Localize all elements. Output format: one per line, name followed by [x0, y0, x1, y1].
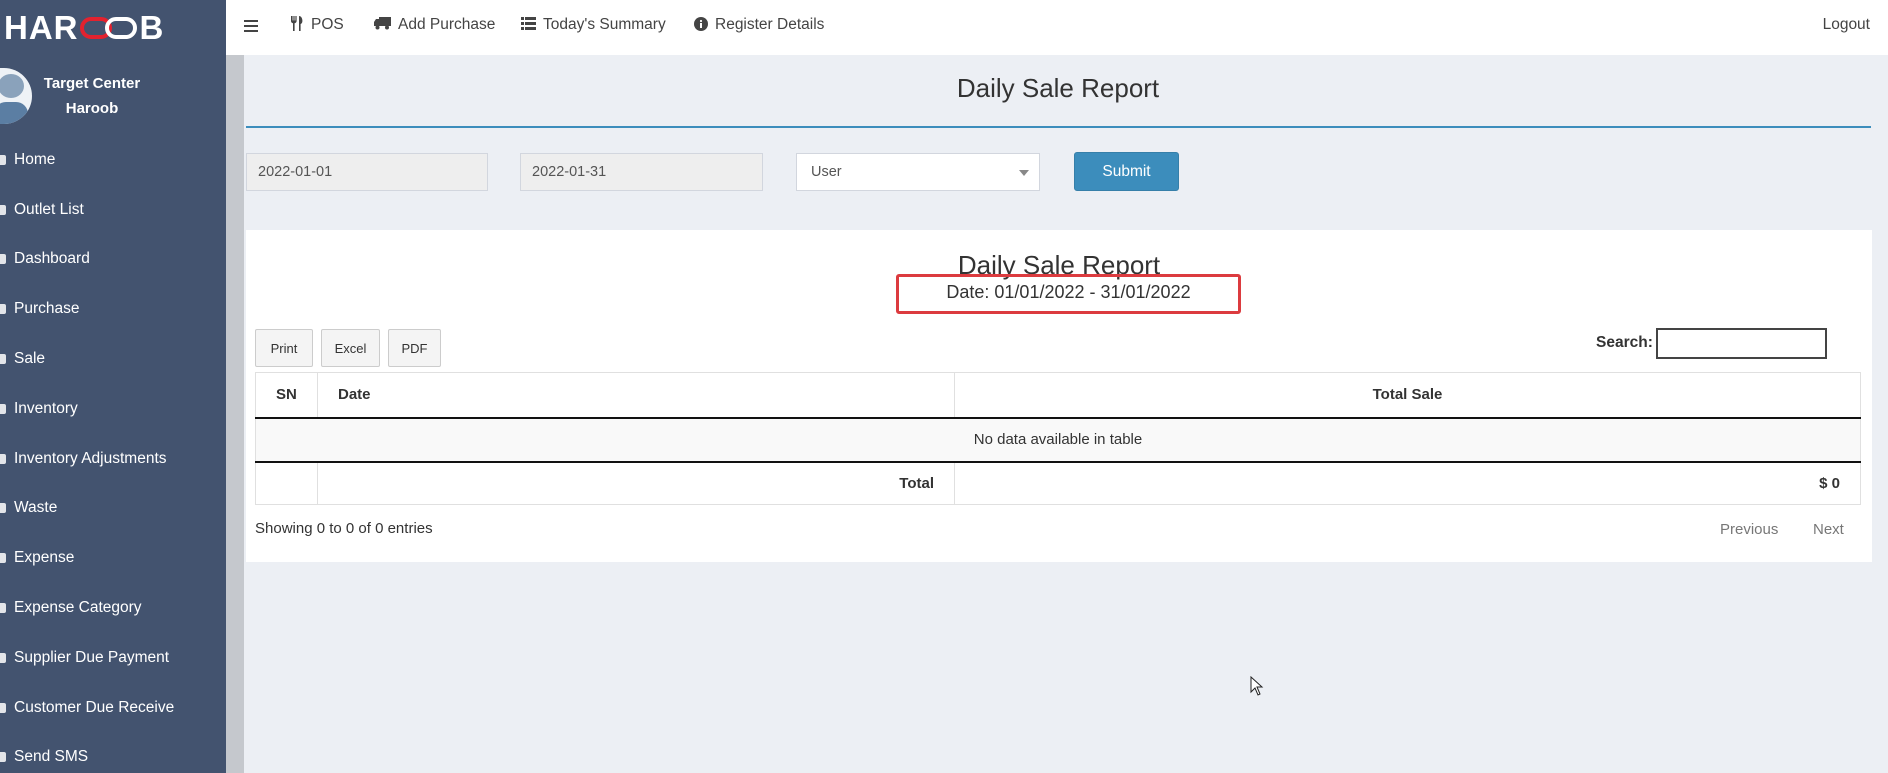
footer-total-value: $ 0 — [954, 461, 1861, 505]
next-page-button[interactable]: Next — [1813, 521, 1844, 538]
sidebar-item-inventory[interactable]: Inventory — [0, 384, 226, 434]
avatar — [0, 68, 32, 124]
waste-icon — [0, 501, 12, 515]
sales-table: SN Date Total Sale No data available in … — [255, 372, 1861, 505]
home-icon — [0, 153, 12, 167]
purchase-icon — [0, 302, 12, 316]
page-title: Daily Sale Report — [956, 73, 1160, 103]
sidebar-item-inventory-adjustments[interactable]: Inventory Adjustments — [0, 434, 226, 484]
sidebar-item-label: Inventory — [14, 399, 78, 417]
sidebar-item-expense[interactable]: Expense — [0, 533, 226, 583]
column-header-date[interactable]: Date — [317, 372, 955, 419]
truck-icon — [374, 17, 391, 33]
sidebar-item-waste[interactable]: Waste — [0, 484, 226, 534]
excel-button[interactable]: Excel — [321, 329, 380, 367]
submit-button[interactable]: Submit — [1074, 152, 1179, 191]
expense-icon — [0, 551, 12, 565]
list-icon — [0, 203, 12, 217]
empty-table-message: No data available in table — [255, 417, 1861, 463]
entries-info: Showing 0 to 0 of 0 entries — [255, 520, 433, 537]
list-icon — [521, 17, 536, 33]
sidebar-item-label: Waste — [14, 499, 58, 517]
category-icon — [0, 601, 12, 615]
pdf-button[interactable]: PDF — [388, 329, 441, 367]
logo-rings — [79, 16, 138, 40]
sidebar-item-outlet-list[interactable]: Outlet List — [0, 185, 226, 235]
nav-register-details[interactable]: Register Details — [694, 16, 824, 34]
adjustments-icon — [0, 452, 12, 466]
sidebar-item-dashboard[interactable]: Dashboard — [0, 235, 226, 285]
user-outlet-name: Target Center — [43, 75, 141, 92]
sidebar-menu: Home Outlet List Dashboard Purchase Sale… — [0, 135, 226, 773]
logo-wordmark: HAR B — [4, 11, 164, 44]
brand-logo[interactable]: HAR B — [0, 0, 226, 55]
nav-add-purchase[interactable]: Add Purchase — [374, 16, 495, 34]
nav-pos-label: POS — [311, 16, 344, 33]
inventory-icon — [0, 402, 12, 416]
sidebar-item-label: Home — [14, 150, 56, 168]
logout-link[interactable]: Logout — [1823, 16, 1870, 34]
nav-pos[interactable]: POS — [290, 16, 344, 34]
column-header-total-sale[interactable]: Total Sale — [954, 372, 1861, 419]
sidebar-item-supplier-due-payment[interactable]: Supplier Due Payment — [0, 633, 226, 683]
user-name: Haroob — [65, 100, 119, 117]
sidebar-item-customer-due-receive[interactable]: Customer Due Receive — [0, 683, 226, 733]
table-header-row: SN Date Total Sale — [255, 372, 1861, 419]
end-date-field[interactable]: 2022-01-31 — [520, 153, 763, 191]
sidebar-item-label: Inventory Adjustments — [14, 449, 167, 467]
sidebar-item-label: Sale — [14, 350, 46, 368]
search-label: Search: — [1596, 334, 1653, 351]
info-circle-icon — [694, 16, 708, 34]
sale-icon — [0, 352, 12, 366]
menu-toggle-icon[interactable] — [244, 20, 258, 32]
sidebar-item-label: Outlet List — [14, 200, 84, 218]
table-footer-row: Total $ 0 — [255, 461, 1861, 505]
report-date-range: Date: 01/01/2022 - 31/01/2022 — [946, 282, 1191, 302]
dashboard-icon — [0, 252, 12, 266]
footer-sn-cell — [255, 461, 318, 505]
top-navbar: POS Add Purchase Today's Summary Registe… — [226, 0, 1888, 55]
sidebar-item-label: Supplier Due Payment — [14, 648, 170, 666]
cutlery-icon — [290, 16, 304, 34]
footer-total-label: Total — [317, 461, 955, 505]
sidebar-item-label: Expense — [14, 549, 75, 567]
title-divider — [246, 126, 1871, 128]
table-row: No data available in table — [255, 417, 1861, 463]
sidebar-item-sale[interactable]: Sale — [0, 334, 226, 384]
nav-register-details-label: Register Details — [715, 16, 825, 33]
sidebar-scrollbar[interactable] — [226, 55, 244, 773]
logo-text-a: HAR — [4, 9, 79, 46]
nav-add-purchase-label: Add Purchase — [398, 16, 496, 33]
user-panel: Target Center Haroob — [0, 60, 226, 135]
sms-icon — [0, 750, 12, 764]
caret-down-icon — [1019, 170, 1029, 176]
sidebar-item-home[interactable]: Home — [0, 135, 226, 185]
nav-todays-summary[interactable]: Today's Summary — [521, 16, 666, 34]
previous-page-button[interactable]: Previous — [1720, 521, 1778, 538]
supplier-icon — [0, 651, 12, 665]
sidebar-item-purchase[interactable]: Purchase — [0, 284, 226, 334]
sidebar-item-send-sms[interactable]: Send SMS — [0, 733, 226, 773]
print-button[interactable]: Print — [255, 329, 313, 367]
sidebar-item-label: Send SMS — [14, 748, 89, 766]
user-select[interactable]: User — [796, 153, 1040, 191]
nav-todays-summary-label: Today's Summary — [543, 16, 666, 33]
sidebar-item-label: Expense Category — [14, 599, 142, 617]
user-select-value: User — [811, 164, 842, 180]
sidebar: HAR B Target Center Haroob Home Outlet L… — [0, 0, 226, 773]
search-input[interactable] — [1656, 328, 1827, 359]
column-header-sn[interactable]: SN — [255, 372, 318, 419]
customer-icon — [0, 701, 12, 715]
logo-text-b: B — [139, 9, 165, 46]
sidebar-item-label: Dashboard — [14, 250, 90, 268]
sidebar-item-label: Customer Due Receive — [14, 698, 175, 716]
sidebar-item-label: Purchase — [14, 300, 80, 318]
start-date-field[interactable]: 2022-01-01 — [246, 153, 488, 191]
sidebar-item-expense-category[interactable]: Expense Category — [0, 583, 226, 633]
report-box: Daily Sale Report Date: 01/01/2022 - 31/… — [246, 230, 1872, 562]
